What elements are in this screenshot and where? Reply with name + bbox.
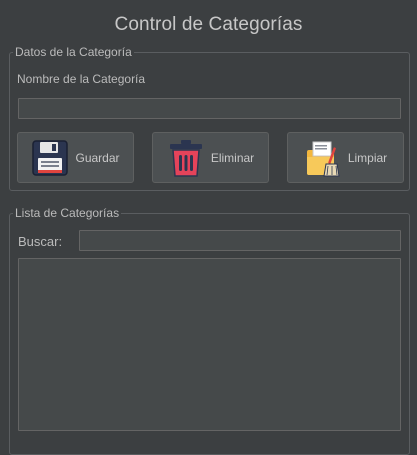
window-title: Control de Categorías [114, 14, 303, 35]
trash-can-icon [167, 138, 205, 178]
floppy-disk-icon [31, 138, 69, 178]
guardar-button[interactable]: Guardar [17, 132, 134, 183]
eliminar-button[interactable]: Eliminar [152, 132, 269, 183]
folder-broom-icon [304, 138, 342, 178]
datos-categoria-legend: Datos de la Categoría [13, 45, 134, 59]
nombre-categoria-input[interactable] [18, 98, 401, 119]
nombre-categoria-label: Nombre de la Categoría [17, 72, 146, 86]
lista-categorias-legend: Lista de Categorías [13, 206, 122, 220]
buscar-label: Buscar: [18, 234, 63, 249]
categorias-list[interactable] [18, 258, 401, 431]
lista-categorias-panel: Lista de Categorías Buscar: [9, 206, 410, 455]
guardar-label: Guardar [75, 150, 120, 165]
buscar-input[interactable] [79, 230, 401, 251]
datos-categoria-panel: Datos de la Categoría Nombre de la Categ… [9, 45, 410, 191]
limpiar-label: Limpiar [347, 150, 388, 165]
eliminar-label: Eliminar [210, 150, 255, 165]
limpiar-button[interactable]: Limpiar [287, 132, 404, 183]
